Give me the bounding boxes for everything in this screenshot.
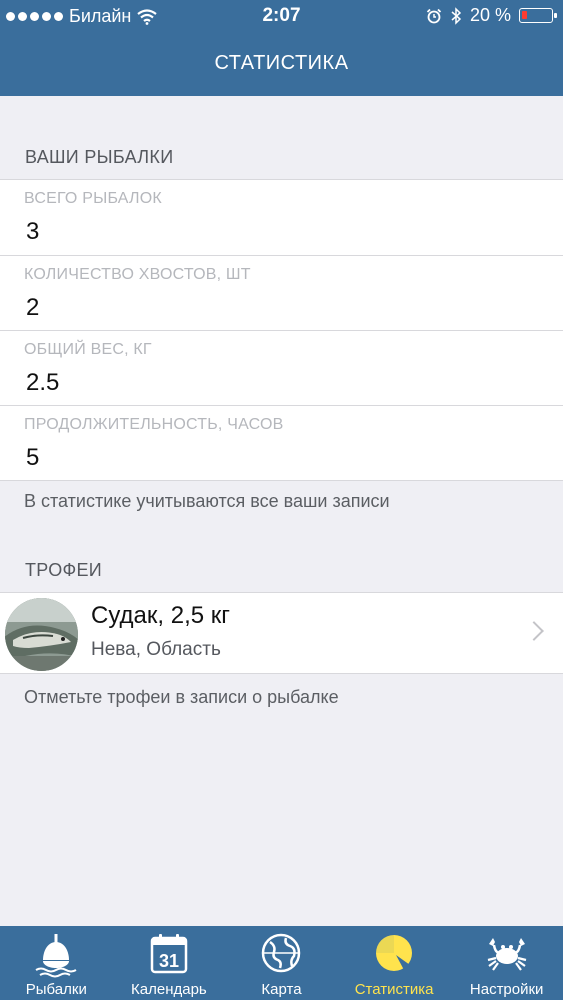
- globe-icon: [262, 933, 301, 973]
- stat-row-total-weight: ОБЩИЙ ВЕС, КГ 2.5: [0, 330, 563, 405]
- fishing-section-title: ВАШИ РЫБАЛКИ: [25, 147, 174, 167]
- top-bar: Билайн 2:07 20 % СТАТИСТИКА: [0, 0, 563, 96]
- stat-value: 2.5: [26, 369, 60, 396]
- stat-row-fish-count: КОЛИЧЕСТВО ХВОСТОВ, ШТ 2: [0, 255, 563, 330]
- calendar-icon: 31: [150, 934, 188, 974]
- stat-value: 3: [26, 218, 40, 245]
- trophies-footnote: Отметьте трофеи в записи о рыбалке: [24, 687, 339, 707]
- stats-footnote: В статистике учитываются все ваши записи: [24, 491, 390, 511]
- tab-label: Календарь: [131, 981, 207, 998]
- stat-label: ОБЩИЙ ВЕС, КГ: [24, 341, 152, 358]
- stat-label: ПРОДОЛЖИТЕЛЬНОСТЬ, ЧАСОВ: [24, 416, 284, 433]
- trophies-section-title: ТРОФЕИ: [25, 560, 103, 580]
- stat-label: КОЛИЧЕСТВО ХВОСТОВ, ШТ: [24, 266, 251, 283]
- float-bobber-icon: [35, 934, 77, 978]
- tab-calendar[interactable]: 31 Календарь: [113, 926, 226, 1000]
- pie-chart-icon: [376, 935, 413, 971]
- stat-row-duration: ПРОДОЛЖИТЕЛЬНОСТЬ, ЧАСОВ 5: [0, 405, 563, 480]
- calendar-icon-day: 31: [159, 951, 179, 971]
- stat-value: 2: [26, 294, 40, 321]
- tab-label: Статистика: [354, 981, 434, 998]
- trophy-title: Судак, 2,5 кг: [91, 602, 231, 629]
- status-right: 20 %: [426, 5, 557, 26]
- stat-label: ВСЕГО РЫБАЛОК: [24, 190, 162, 207]
- tab-settings[interactable]: Настройки: [450, 926, 563, 1000]
- tab-label: Карта: [261, 981, 302, 998]
- tab-label: Рыбалки: [25, 981, 87, 998]
- tab-map[interactable]: Карта: [225, 926, 338, 1000]
- chevron-right-icon: [524, 621, 544, 641]
- crab-icon: [487, 938, 526, 971]
- alarm-clock-icon: [426, 8, 442, 23]
- tab-fishing[interactable]: Рыбалки: [0, 926, 113, 1000]
- trophy-photo: [5, 598, 78, 671]
- bluetooth-icon: [451, 6, 462, 25]
- tab-label: Настройки: [469, 981, 544, 998]
- stat-row-total-trips: ВСЕГО РЫБАЛОК 3: [0, 180, 563, 255]
- battery-percent: 20 %: [469, 5, 511, 25]
- battery-level: [522, 11, 527, 19]
- status-bar: Билайн 2:07 20 %: [0, 0, 563, 32]
- battery-icon: [519, 8, 557, 23]
- page-title: СТАТИСТИКА: [214, 52, 349, 74]
- tab-bar: Рыбалки 31 Календарь Карта Статистика На…: [0, 926, 563, 1000]
- fishing-stats-card: ВСЕГО РЫБАЛОК 3 КОЛИЧЕСТВО ХВОСТОВ, ШТ 2…: [0, 179, 563, 481]
- trophy-location: Нева, Область: [91, 639, 221, 660]
- trophy-list-item[interactable]: Судак, 2,5 кг Нева, Область: [0, 592, 563, 674]
- stat-value: 5: [26, 444, 40, 471]
- tab-statistics[interactable]: Статистика: [338, 926, 451, 1000]
